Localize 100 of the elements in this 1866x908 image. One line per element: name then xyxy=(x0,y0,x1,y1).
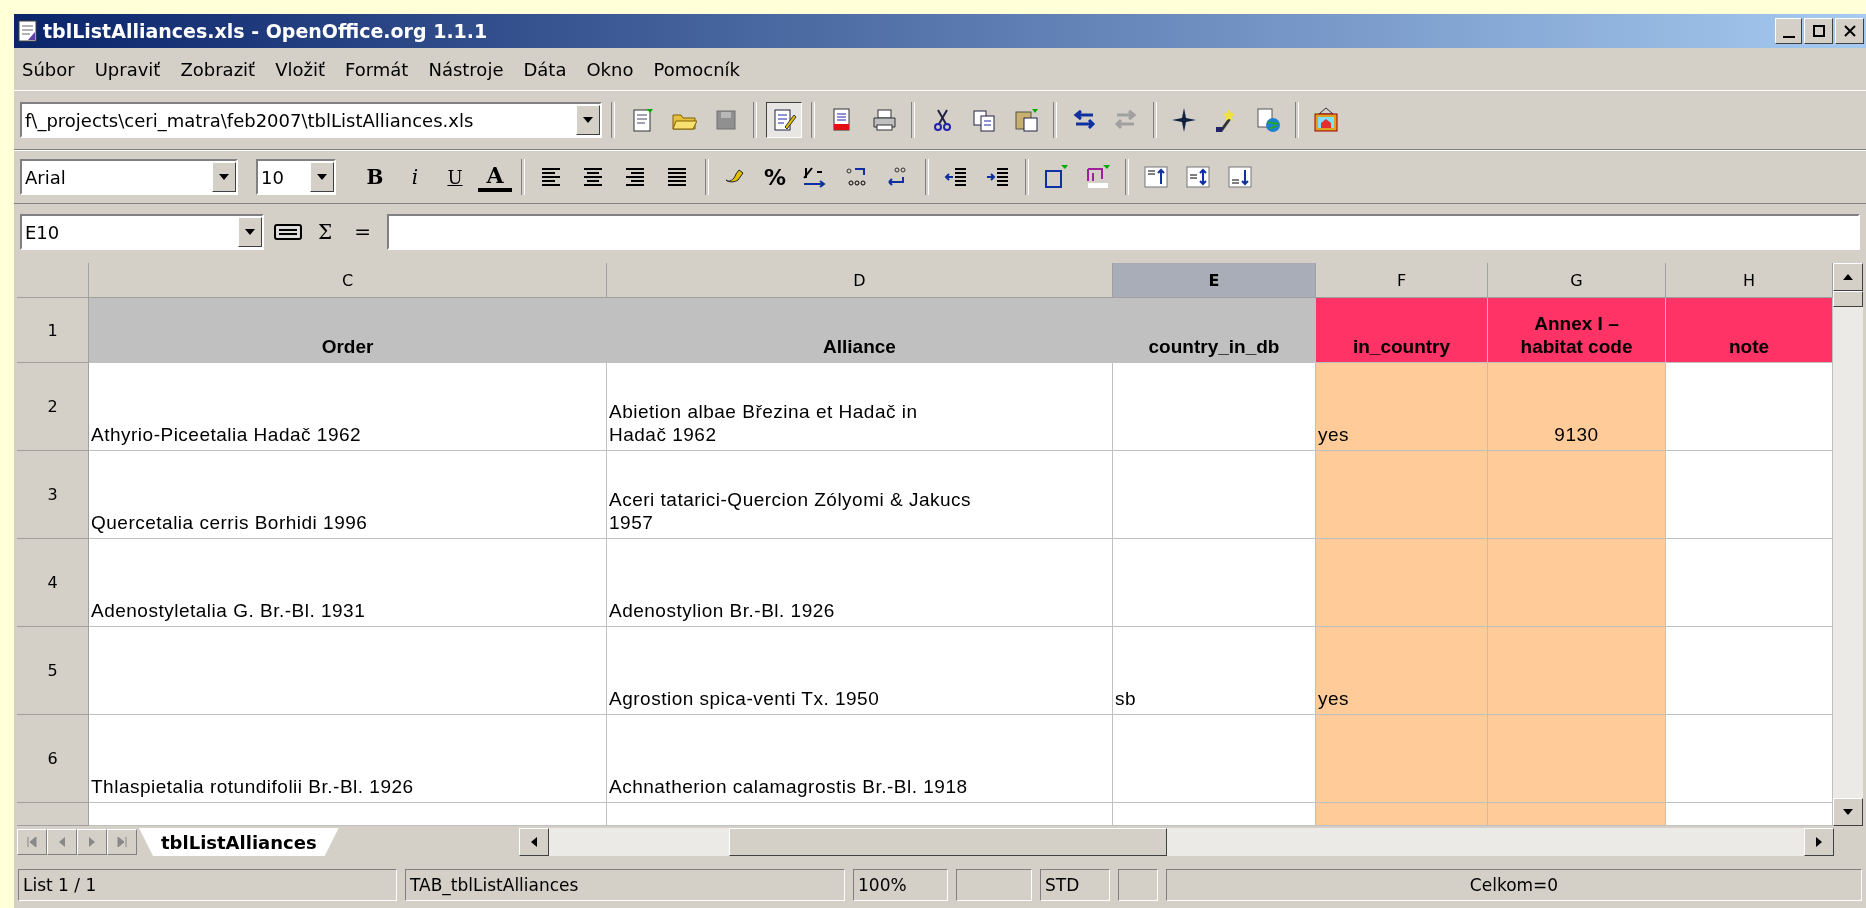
vertical-scrollbar[interactable] xyxy=(1833,263,1863,826)
menu-item[interactable]: Okno xyxy=(586,58,634,80)
bold-button[interactable]: B xyxy=(358,160,392,194)
menu-item[interactable]: Pomocník xyxy=(653,58,740,80)
table-cell: Aceri tatarici-Quercion Zólyomi & Jakucs 1957 xyxy=(607,451,1113,539)
status-text: Celkom=0 xyxy=(1166,869,1862,901)
table-cell: yes xyxy=(1316,363,1488,451)
path-combo-box[interactable]: f\_projects\ceri_matra\feb2007\tblListAlliances.xls xyxy=(20,102,602,138)
document-icon xyxy=(18,20,38,42)
background-color-icon[interactable] xyxy=(1085,164,1111,190)
previous-sheet-icon xyxy=(57,837,67,847)
align-middle-icon[interactable] xyxy=(1185,164,1211,190)
function-button[interactable]: = xyxy=(348,220,377,244)
column-header[interactable]: E xyxy=(1113,263,1316,298)
table-cell: 9130 xyxy=(1488,363,1666,451)
percent-button[interactable]: % xyxy=(760,164,790,190)
table-cell: note xyxy=(1666,298,1833,363)
menu-item[interactable]: Upraviť xyxy=(94,58,161,80)
scroll-right-button[interactable] xyxy=(1804,828,1834,856)
formula-input-field[interactable] xyxy=(386,214,1860,250)
edit-document-icon xyxy=(771,107,797,133)
next-sheet-button[interactable] xyxy=(77,829,107,855)
border-icon[interactable] xyxy=(1043,164,1069,190)
scrollbar-thumb[interactable] xyxy=(1833,291,1863,307)
maximize-icon xyxy=(1812,25,1825,37)
edit-mode-button[interactable] xyxy=(766,102,802,138)
minimize-icon xyxy=(1782,36,1795,38)
table-cell: sb xyxy=(1113,627,1316,715)
last-sheet-icon xyxy=(117,837,127,847)
keyboard-icon[interactable] xyxy=(274,223,302,241)
menu-item[interactable]: Súbor xyxy=(22,58,75,80)
down-arrow-icon xyxy=(1843,809,1853,815)
printer-icon[interactable] xyxy=(871,107,897,133)
copy-icon[interactable] xyxy=(971,107,997,133)
status-text: STD xyxy=(1040,869,1110,901)
minimize-button[interactable] xyxy=(1775,18,1802,44)
dropdown-button[interactable] xyxy=(576,105,600,135)
row-header[interactable]: 1 xyxy=(17,298,89,363)
table-cell: Achnatherion calamagrostis Br.-Bl. 1918 xyxy=(607,715,1113,803)
status-text: List 1 / 1 xyxy=(18,869,397,901)
table-cell: country_in_db xyxy=(1113,298,1316,363)
table-cell: Annex I – habitat code xyxy=(1488,298,1666,363)
column-header[interactable]: C xyxy=(89,263,607,298)
table-cell: Order xyxy=(89,298,607,363)
last-sheet-button[interactable] xyxy=(107,829,137,855)
close-button[interactable] xyxy=(1835,18,1864,44)
row-header[interactable]: 6 xyxy=(17,715,89,803)
scroll-left-button[interactable] xyxy=(518,828,549,856)
caret-icon xyxy=(317,174,327,180)
row-header[interactable]: 5 xyxy=(17,627,89,715)
table-cell: Thlaspietalia rotundifolii Br.-Bl. 1926 xyxy=(89,715,607,803)
sum-button[interactable]: Σ xyxy=(312,220,339,244)
scroll-down-button[interactable] xyxy=(1833,798,1863,826)
italic-button[interactable]: i xyxy=(398,160,432,194)
menu-item[interactable]: Nástroje xyxy=(428,58,504,80)
status-text: 100% xyxy=(853,869,948,901)
up-arrow-icon xyxy=(1843,274,1853,280)
table-cell: Adenostyletalia G. Br.-Bl. 1931 xyxy=(89,539,607,627)
scroll-up-button[interactable] xyxy=(1833,263,1863,291)
maximize-button[interactable] xyxy=(1804,18,1833,44)
close-icon xyxy=(1843,25,1856,37)
caret-icon xyxy=(219,174,229,180)
scrollbar-thumb[interactable] xyxy=(728,828,1167,856)
dropdown-button[interactable] xyxy=(238,217,262,247)
first-sheet-button[interactable] xyxy=(17,829,47,855)
caret-icon xyxy=(583,117,593,123)
table-cell: Quercetalia cerris Borhidi 1996 xyxy=(89,451,607,539)
horizontal-scrollbar[interactable] xyxy=(518,828,1834,856)
row-header[interactable]: 3 xyxy=(17,451,89,539)
column-header[interactable]: F xyxy=(1316,263,1488,298)
row-header[interactable]: 2 xyxy=(17,363,89,451)
column-header[interactable]: H xyxy=(1666,263,1833,298)
previous-sheet-button[interactable] xyxy=(47,829,77,855)
table-cell: in_country xyxy=(1316,298,1488,363)
menu-item[interactable]: Formát xyxy=(345,58,409,80)
table-cell: Abietion albae Březina et Hadač in Hadač 1962 xyxy=(607,363,1113,451)
font-name-combo-box[interactable]: Arial xyxy=(20,159,238,195)
framed-picture-icon[interactable] xyxy=(1313,107,1339,133)
font-color-button[interactable]: A xyxy=(478,162,512,192)
underline-button[interactable]: U xyxy=(438,160,472,194)
menu-item[interactable]: Zobraziť xyxy=(180,58,256,80)
align-bottom-icon[interactable] xyxy=(1227,164,1253,190)
sheet-tab[interactable]: tblListAlliances xyxy=(139,828,339,856)
dropdown-button[interactable] xyxy=(310,162,334,192)
column-header[interactable]: G xyxy=(1488,263,1666,298)
table-cell: Alliance xyxy=(607,298,1113,363)
row-header[interactable]: 4 xyxy=(17,539,89,627)
window-title: tblListAlliances.xls - OpenOffice.org 1.1.1 xyxy=(43,20,489,42)
table-cell: Athyrio-Piceetalia Hadač 1962 xyxy=(89,363,607,451)
table-cell: Adenostylion Br.-Bl. 1926 xyxy=(607,539,1113,627)
globe-document-icon[interactable] xyxy=(1255,107,1281,133)
font-size-combo-box[interactable]: 10 xyxy=(256,159,336,195)
column-header[interactable]: D xyxy=(607,263,1113,298)
dropdown-button[interactable] xyxy=(212,162,236,192)
align-top-icon[interactable] xyxy=(1143,164,1169,190)
menu-item[interactable]: Dáta xyxy=(523,58,567,80)
first-sheet-icon xyxy=(27,837,37,847)
paste-icon[interactable] xyxy=(1013,107,1039,133)
menu-item[interactable]: Vložiť xyxy=(275,58,325,80)
name-box[interactable]: E10 xyxy=(20,214,264,250)
